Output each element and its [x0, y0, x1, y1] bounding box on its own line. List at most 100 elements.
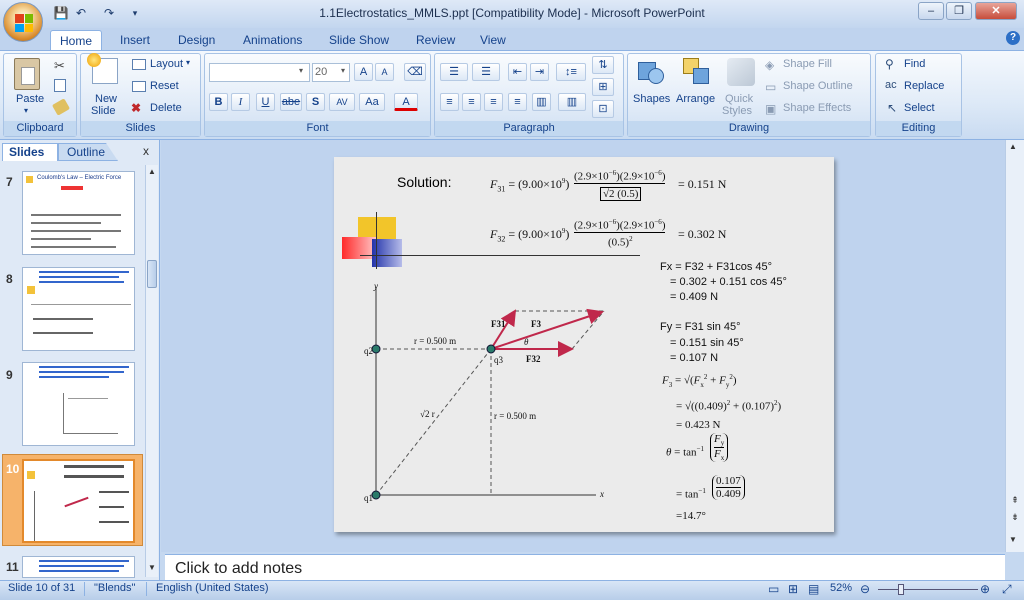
paste-dropdown-icon[interactable]: ▾ — [24, 106, 28, 115]
decrease-indent-icon[interactable]: ⇤ — [508, 63, 527, 81]
underline-button[interactable]: U — [256, 93, 275, 111]
shape-outline-button[interactable]: Shape Outline — [783, 80, 853, 92]
layout-button[interactable]: Layout — [150, 58, 183, 70]
quick-styles-label-1[interactable]: Quick — [725, 93, 753, 105]
next-slide-icon[interactable]: ⇟ — [1008, 512, 1022, 524]
f3-label: F3 — [531, 319, 541, 329]
shadow-button[interactable]: S — [306, 93, 325, 111]
slide-thumbnail-7[interactable]: Coulomb's Law – Electric Force — [22, 171, 135, 255]
font-name-dropdown-icon[interactable]: ▾ — [299, 66, 303, 75]
slide-thumbnail-11[interactable] — [22, 556, 135, 578]
reset-button[interactable]: Reset — [150, 80, 179, 92]
new-slide-label-2[interactable]: Slide — [91, 105, 115, 117]
notes-placeholder[interactable]: Click to add notes — [175, 560, 302, 578]
slide-thumbnail-10[interactable] — [22, 459, 135, 543]
find-button[interactable]: Find — [904, 58, 925, 70]
increase-indent-icon[interactable]: ⇥ — [530, 63, 549, 81]
align-left-icon[interactable]: ≡ — [440, 93, 459, 111]
arrange-button[interactable]: Arrange — [676, 93, 715, 105]
grow-font-button[interactable]: A — [354, 63, 373, 81]
thumb-number: 7 — [6, 175, 13, 189]
tab-review[interactable]: Review — [414, 30, 457, 50]
align-text-icon[interactable]: ⊞ — [592, 78, 614, 96]
clear-formatting-icon[interactable]: ⌫ — [404, 63, 426, 81]
align-center-icon[interactable]: ≡ — [462, 93, 481, 111]
distributed-icon[interactable]: ▥ — [532, 93, 551, 111]
quick-styles-label-2[interactable]: Styles — [722, 105, 752, 117]
font-name-combo[interactable] — [209, 63, 310, 82]
tab-slides[interactable]: Slides — [2, 143, 58, 161]
pane-close-icon[interactable]: x — [143, 144, 149, 158]
line-spacing-icon[interactable]: ↕≡ — [556, 63, 586, 81]
quick-styles-icon[interactable] — [727, 58, 755, 86]
tab-slide-show[interactable]: Slide Show — [327, 30, 391, 50]
office-button[interactable] — [3, 2, 43, 42]
language-indicator[interactable]: English (United States) — [156, 582, 269, 594]
tab-animations[interactable]: Animations — [241, 30, 304, 50]
font-size-dropdown-icon[interactable]: ▾ — [341, 66, 345, 75]
zoom-slider-track[interactable] — [878, 589, 978, 590]
shape-fill-button[interactable]: Shape Fill — [783, 58, 832, 70]
shapes-button[interactable]: Shapes — [633, 93, 670, 105]
slide-thumbnail-8[interactable] — [22, 267, 135, 351]
r-diagonal-label: √2 r — [420, 409, 435, 419]
tab-insert[interactable]: Insert — [118, 30, 152, 50]
italic-button[interactable]: I — [231, 93, 250, 111]
fit-to-window-icon[interactable]: ⤢ — [1002, 582, 1012, 597]
tab-design[interactable]: Design — [176, 30, 217, 50]
scroll-down-icon[interactable]: ▼ — [147, 563, 157, 573]
status-bar — [0, 580, 1024, 600]
editor-scrollbar[interactable]: ▲ ⇞ ⇟ ▼ — [1005, 140, 1024, 552]
select-button[interactable]: Select — [904, 102, 935, 114]
slide-canvas[interactable]: Solution: F31 = (9.00×109) (2.9×10−6)(2.… — [334, 157, 834, 532]
align-right-icon[interactable]: ≡ — [484, 93, 503, 111]
slide-thumbnail-9[interactable] — [22, 362, 135, 446]
delete-button[interactable]: Delete — [150, 102, 182, 114]
bold-button[interactable]: B — [209, 93, 228, 111]
arrange-icon[interactable] — [683, 58, 711, 86]
scroll-thumb[interactable] — [147, 260, 157, 288]
minimize-button[interactable]: – — [918, 2, 944, 20]
slides-pane-scrollbar[interactable]: ▲ ▼ — [145, 165, 158, 577]
replace-button[interactable]: Replace — [904, 80, 944, 92]
scroll-up-icon[interactable]: ▲ — [147, 167, 157, 177]
slides-label: Slides — [81, 121, 200, 136]
slide-show-icon[interactable]: ▤ — [808, 582, 819, 596]
copy-icon[interactable] — [54, 79, 66, 92]
zoom-level[interactable]: 52% — [830, 582, 852, 594]
tab-home[interactable]: Home — [50, 30, 102, 50]
font-color-button[interactable]: A — [394, 93, 418, 111]
layout-dropdown-icon[interactable]: ▾ — [186, 58, 190, 67]
zoom-out-icon[interactable]: ⊖ — [860, 582, 870, 596]
close-button[interactable]: ✕ — [975, 2, 1017, 20]
restore-button[interactable]: ❐ — [946, 2, 972, 20]
new-slide-label-1[interactable]: New — [95, 93, 117, 105]
columns-icon[interactable]: ▥ — [558, 93, 586, 111]
numbering-icon[interactable]: ☰ — [472, 63, 500, 81]
tab-view[interactable]: View — [478, 30, 508, 50]
zoom-slider-thumb[interactable] — [898, 584, 904, 595]
strikethrough-button[interactable]: abe — [280, 93, 302, 111]
cut-icon[interactable]: ✂ — [54, 58, 65, 74]
scroll-up-icon[interactable]: ▲ — [1009, 142, 1017, 151]
shrink-font-button[interactable]: A — [375, 63, 394, 81]
previous-slide-icon[interactable]: ⇞ — [1008, 495, 1022, 507]
new-slide-icon[interactable] — [87, 53, 118, 84]
bullets-icon[interactable]: ☰ — [440, 63, 468, 81]
paste-button[interactable]: Paste — [16, 93, 44, 105]
change-case-button[interactable]: Aa — [359, 93, 385, 111]
zoom-in-icon[interactable]: ⊕ — [980, 582, 990, 596]
text-direction-icon[interactable]: ⇅ — [592, 56, 614, 74]
character-spacing-button[interactable]: AV — [329, 93, 355, 111]
smartart-icon[interactable]: ⊡ — [592, 100, 614, 118]
normal-view-icon[interactable]: ▭ — [768, 582, 779, 596]
scroll-down-icon[interactable]: ▼ — [1009, 535, 1017, 544]
f32-label: F32 — [526, 354, 541, 364]
justify-icon[interactable]: ≡ — [508, 93, 527, 111]
q1-charge — [371, 490, 381, 500]
shapes-icon[interactable] — [638, 58, 666, 86]
paste-icon[interactable] — [14, 58, 40, 90]
slide-sorter-icon[interactable]: ⊞ — [788, 582, 798, 596]
help-icon[interactable]: ? — [1006, 31, 1020, 45]
shape-effects-button[interactable]: Shape Effects — [783, 102, 851, 114]
